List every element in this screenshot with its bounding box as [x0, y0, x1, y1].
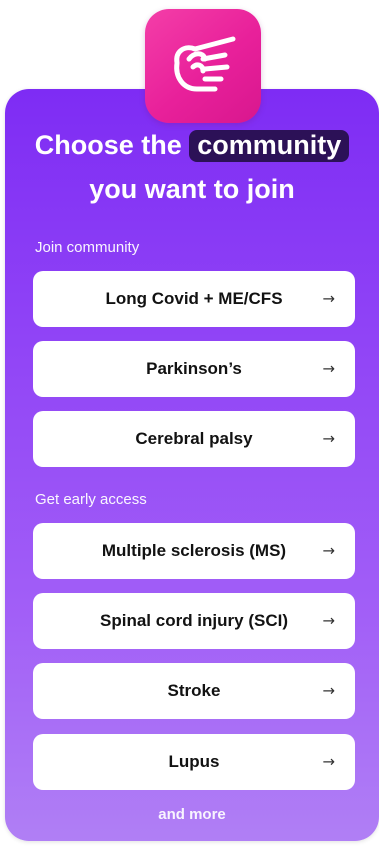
- headline: Choose the community you want to join: [5, 123, 379, 211]
- screen: Choose the community you want to join Jo…: [0, 0, 379, 847]
- app-icon: [145, 9, 261, 123]
- community-button-label: Long Covid + ME/CFS: [105, 289, 283, 308]
- arrow-right-icon: →: [322, 429, 335, 448]
- community-card: Choose the community you want to join Jo…: [5, 89, 379, 841]
- community-button-label: Parkinson’s: [146, 359, 242, 378]
- arrow-right-icon: →: [322, 752, 335, 771]
- arrow-right-icon: →: [322, 681, 335, 700]
- arrow-right-icon: →: [322, 611, 335, 630]
- early-access-button-sci[interactable]: Spinal cord injury (SCI) →: [33, 593, 355, 649]
- and-more-text: and more: [158, 806, 226, 823]
- early-access-button-label: Lupus: [168, 752, 220, 771]
- arrow-right-icon: →: [322, 289, 335, 308]
- arrow-right-icon: →: [322, 541, 335, 560]
- headline-prefix: Choose the: [34, 130, 182, 160]
- early-access-button-label: Spinal cord injury (SCI): [100, 611, 288, 630]
- community-button-label: Cerebral palsy: [135, 429, 253, 448]
- headline-line-1: Choose the community: [5, 123, 379, 167]
- early-access-button-label: Stroke: [167, 681, 221, 700]
- headline-line-2: you want to join: [89, 174, 295, 204]
- pointing-hand-icon: [174, 36, 236, 92]
- community-button-cerebral-palsy[interactable]: Cerebral palsy →: [33, 411, 355, 467]
- community-button-long-covid[interactable]: Long Covid + ME/CFS →: [33, 271, 355, 327]
- early-access-button-stroke[interactable]: Stroke →: [33, 663, 355, 719]
- early-access-button-ms[interactable]: Multiple sclerosis (MS) →: [33, 523, 355, 579]
- arrow-right-icon: →: [322, 359, 335, 378]
- community-button-parkinsons[interactable]: Parkinson’s →: [33, 341, 355, 397]
- early-access-button-label: Multiple sclerosis (MS): [101, 541, 287, 560]
- section-label-join: Join community: [35, 239, 140, 256]
- headline-highlight: community: [189, 130, 350, 162]
- section-label-early-access: Get early access: [35, 491, 147, 508]
- early-access-button-lupus[interactable]: Lupus →: [33, 734, 355, 790]
